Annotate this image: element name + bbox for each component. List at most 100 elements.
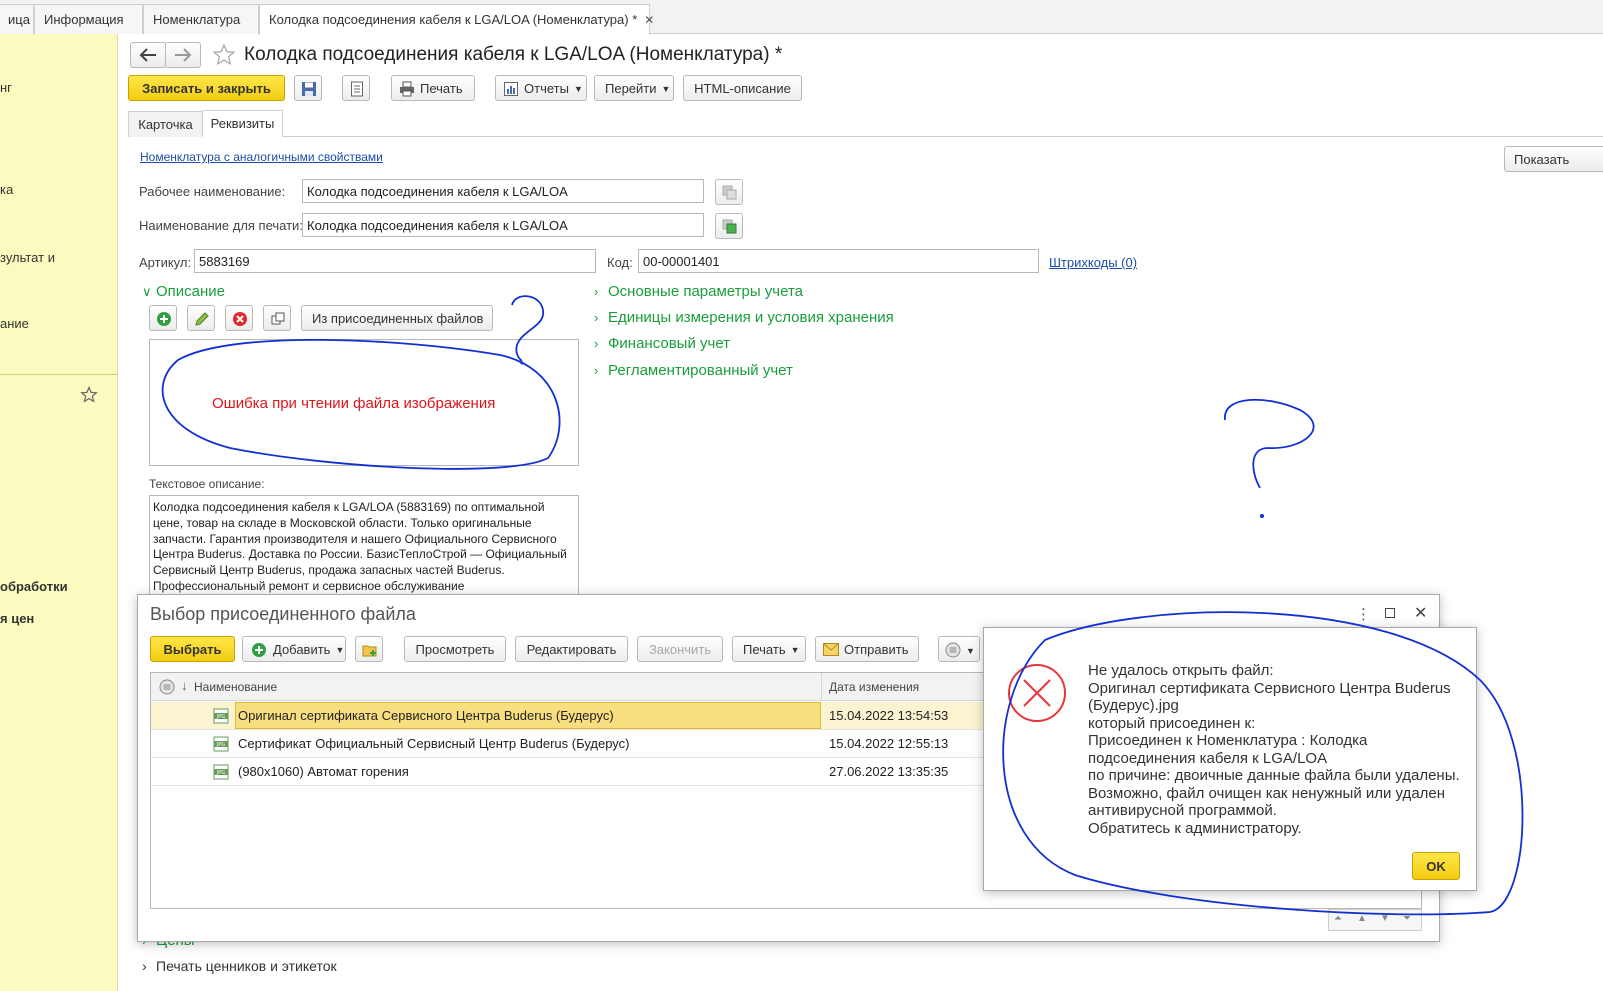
- reports-label: Отчеты: [524, 81, 569, 96]
- description-group-header[interactable]: ∨ Описание: [142, 283, 225, 300]
- section-label: Регламентированный учет: [608, 362, 793, 379]
- finish-button[interactable]: Закончить: [637, 636, 723, 662]
- article-field[interactable]: 5883169: [194, 249, 596, 273]
- close-icon[interactable]: ✕: [644, 13, 654, 27]
- section-units-storage[interactable]: › Единицы измерения и условия хранения: [594, 309, 894, 326]
- dropdown-caret-icon: ▼: [790, 645, 800, 655]
- add-image-button[interactable]: [149, 305, 177, 331]
- code-field[interactable]: 00-00001401: [638, 249, 1039, 273]
- edit-image-button[interactable]: [187, 305, 215, 331]
- tab-info[interactable]: Информация: [34, 4, 143, 34]
- html-description-button[interactable]: HTML-описание: [683, 75, 802, 101]
- copy-name-button[interactable]: [715, 179, 743, 205]
- tab-card[interactable]: Карточка: [128, 111, 203, 137]
- sidebar: нг ка зультат и ание обработки я цен: [0, 34, 118, 991]
- star-icon[interactable]: [80, 385, 98, 407]
- floppy-icon: [302, 82, 316, 96]
- sort-arrow-icon[interactable]: ↓: [181, 678, 188, 693]
- tab-label: Колодка подсоединения кабеля к LGA/LOA (…: [269, 12, 638, 27]
- section-accounting-params[interactable]: › Основные параметры учета: [594, 283, 803, 300]
- file-date: 15.04.2022 13:54:53: [829, 708, 949, 723]
- chevron-down-icon: ∨: [142, 284, 152, 299]
- scroll-up-icon[interactable]: ▲: [1357, 913, 1367, 924]
- add-file-button[interactable]: Добавить ▼: [242, 636, 346, 662]
- file-name: (980х1060) Автомат горения: [238, 764, 409, 779]
- folder-add-icon: [362, 645, 377, 657]
- select-button[interactable]: Выбрать: [150, 636, 235, 662]
- tab-details[interactable]: Реквизиты: [202, 110, 283, 137]
- add-folder-button[interactable]: [355, 636, 383, 662]
- sidebar-item[interactable]: я цен: [0, 611, 34, 626]
- forward-button[interactable]: [165, 42, 201, 68]
- document-button[interactable]: [342, 75, 370, 101]
- section-financial[interactable]: › Финансовый учет: [594, 335, 730, 352]
- send-label: Отправить: [844, 642, 909, 657]
- tab-current-item[interactable]: Колодка подсоединения кабеля к LGA/LOA (…: [259, 4, 654, 35]
- sidebar-item[interactable]: нг: [0, 80, 12, 95]
- section-regulated[interactable]: › Регламентированный учет: [594, 362, 793, 379]
- ok-button[interactable]: OK: [1412, 852, 1460, 880]
- sidebar-item[interactable]: ание: [0, 316, 29, 331]
- tab-start[interactable]: ица: [0, 4, 34, 34]
- jpg-file-icon: JPG: [213, 708, 229, 724]
- image-error-text: Ошибка при чтении файла изображения: [212, 395, 496, 412]
- edit-button[interactable]: Редактировать: [515, 636, 628, 662]
- section-price-tags[interactable]: › Печать ценников и этикеток: [142, 958, 337, 974]
- chevron-right-icon: ›: [142, 958, 147, 974]
- goto-label: Перейти: [605, 81, 657, 96]
- more-actions-button[interactable]: ▼: [938, 636, 980, 662]
- scroll-down-icon[interactable]: ▼: [1380, 913, 1390, 924]
- save-button[interactable]: [294, 75, 322, 101]
- annotation-dot: [1260, 514, 1264, 518]
- copy-icon: [722, 185, 737, 200]
- view-button[interactable]: Просмотреть: [404, 636, 506, 662]
- dropdown-caret-icon: ▼: [335, 645, 345, 655]
- tab-nomenclature[interactable]: Номенклатура: [143, 4, 259, 34]
- arrow-right-icon: [175, 48, 192, 62]
- copy-print-name-button[interactable]: [715, 213, 743, 239]
- column-header-name[interactable]: Наименование: [194, 680, 277, 694]
- from-attached-files-button[interactable]: Из присоединенных файлов: [301, 305, 493, 331]
- column-header-date[interactable]: Дата изменения: [829, 680, 919, 694]
- maximize-icon[interactable]: [1385, 608, 1395, 618]
- more-menu-icon[interactable]: ⋮: [1356, 605, 1371, 623]
- goto-button[interactable]: Перейти ▼: [594, 75, 674, 101]
- print-name-field[interactable]: Колодка подсоединения кабеля к LGA/LOA: [302, 213, 704, 237]
- sidebar-item[interactable]: ка: [0, 182, 13, 197]
- text-description-label: Текстовое описание:: [149, 477, 265, 491]
- dialog-title: Выбор присоединенного файла: [150, 604, 416, 624]
- delete-image-button[interactable]: [225, 305, 253, 331]
- document-icon: [351, 81, 363, 97]
- svg-text:JPG: JPG: [216, 770, 225, 776]
- scroll-bottom-icon[interactable]: ⏷: [1403, 913, 1411, 924]
- file-name: Сертификат Официальный Сервисный Центр B…: [238, 736, 630, 751]
- dropdown-caret-icon: ▼: [661, 84, 671, 94]
- print-button[interactable]: Печать: [391, 75, 475, 101]
- back-button[interactable]: [130, 42, 166, 68]
- divider: [821, 673, 822, 701]
- list-circle-icon[interactable]: [159, 679, 175, 695]
- printer-icon: [400, 81, 414, 97]
- article-label: Артикул:: [139, 255, 192, 270]
- dialog-print-button[interactable]: Печать ▼: [732, 636, 806, 662]
- svg-text:JPG: JPG: [216, 742, 225, 748]
- show-button[interactable]: Показать: [1504, 146, 1603, 172]
- barcodes-link[interactable]: Штрихкоды (0): [1049, 255, 1137, 270]
- send-button[interactable]: Отправить: [815, 636, 919, 662]
- tab-label: Номенклатура: [153, 12, 241, 27]
- favorite-star-icon[interactable]: [212, 43, 236, 70]
- text-description-field[interactable]: Колодка подсоединения кабеля к LGA/LOA (…: [149, 495, 579, 600]
- reports-button[interactable]: Отчеты ▼: [495, 75, 587, 101]
- sidebar-item[interactable]: обработки: [0, 579, 68, 594]
- chevron-right-icon: ›: [594, 336, 599, 351]
- save-close-button[interactable]: Записать и закрыть: [128, 75, 285, 101]
- add-label: Добавить: [273, 642, 331, 657]
- scroll-top-icon[interactable]: ⏶: [1334, 913, 1342, 924]
- sidebar-item[interactable]: зультат и: [0, 250, 55, 265]
- divider: [0, 374, 118, 375]
- close-icon[interactable]: ✕: [1414, 603, 1427, 623]
- open-image-button[interactable]: [263, 305, 291, 331]
- page-title: Колодка подсоединения кабеля к LGA/LOA (…: [244, 44, 783, 65]
- similar-items-link[interactable]: Номенклатура с аналогичными свойствами: [140, 150, 383, 164]
- work-name-field[interactable]: Колодка подсоединения кабеля к LGA/LOA: [302, 179, 704, 203]
